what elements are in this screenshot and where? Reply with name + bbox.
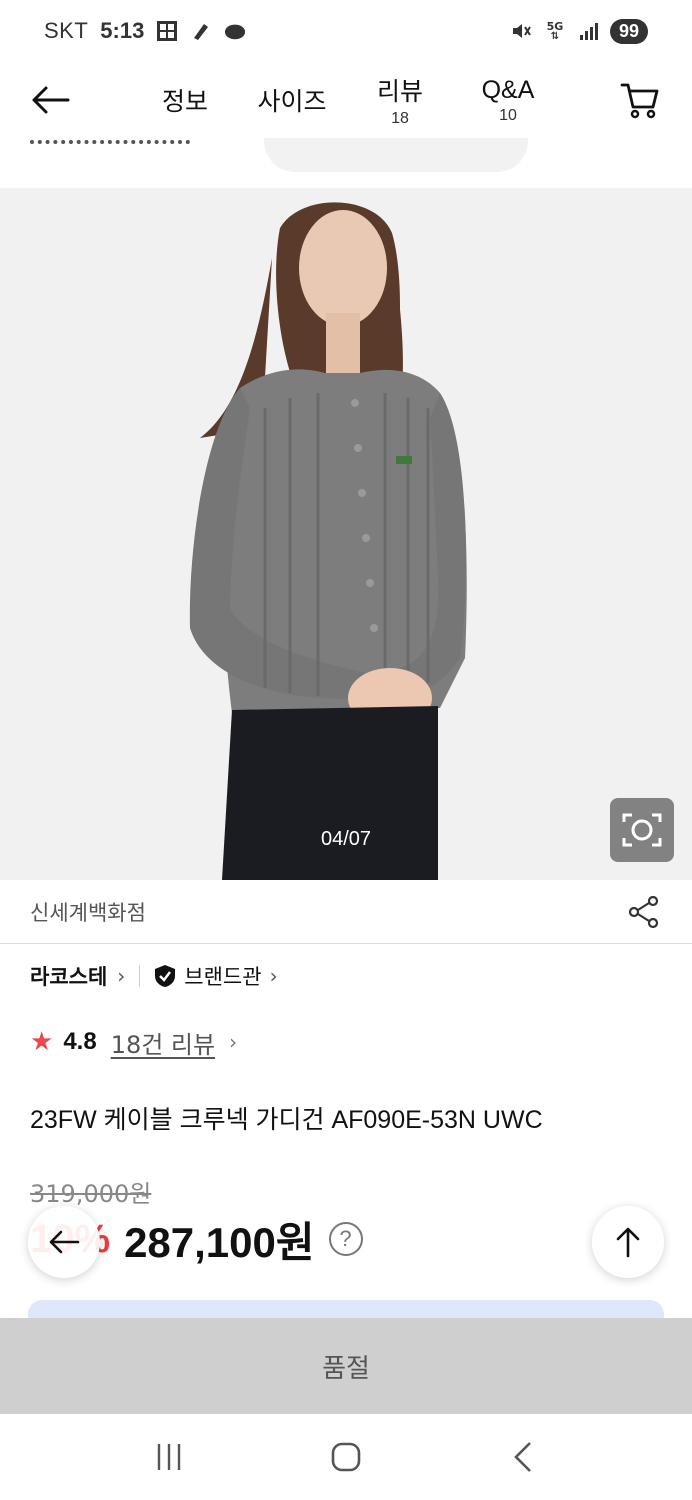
tab-qa-count: 10 [499, 106, 517, 124]
peek-text [30, 138, 190, 144]
tab-info[interactable]: 정보 [158, 72, 212, 128]
system-navigation-bar [0, 1414, 692, 1500]
product-image[interactable]: 04/07 [0, 188, 692, 880]
model-photo [189, 202, 467, 880]
carrier-label: SKT [44, 18, 89, 43]
chevron-left-icon [514, 1442, 532, 1472]
price-help-icon[interactable]: ? [328, 1222, 363, 1256]
tab-review[interactable]: 리뷰 18 [372, 72, 428, 128]
battery-indicator: 99 [609, 18, 648, 44]
peek-search-bar [264, 138, 528, 172]
system-back-button[interactable] [493, 1427, 553, 1487]
store-name[interactable]: 신세계백화점 [30, 897, 146, 927]
shield-check-icon [155, 965, 176, 987]
cloud-app-icon [224, 20, 246, 42]
brand-name-link[interactable]: 라코스테 [30, 961, 107, 991]
tab-qa[interactable]: Q&A 10 [478, 72, 538, 128]
arrow-up-icon [616, 1227, 640, 1258]
top-navigation: 정보 사이즈 리뷰 18 Q&A 10 [0, 62, 692, 138]
rating-value: 4.8 [63, 1028, 97, 1055]
camera-scan-icon [622, 813, 662, 847]
store-row: 신세계백화점 [0, 880, 692, 944]
cart-icon [620, 83, 659, 119]
visual-search-button[interactable] [610, 798, 674, 862]
divider [139, 965, 141, 987]
network-label: 5G [546, 19, 564, 33]
tab-info-label: 정보 [161, 87, 208, 116]
home-button[interactable] [316, 1427, 376, 1487]
sale-price: 287,100원 [124, 1218, 315, 1266]
chevron-right-icon: › [269, 964, 278, 988]
recent-apps-button[interactable] [139, 1427, 199, 1487]
chevron-right-icon: › [229, 1030, 238, 1054]
chevron-right-icon: › [117, 964, 126, 988]
home-icon [331, 1442, 361, 1472]
clock: 5:13 [100, 18, 145, 43]
recent-apps-icon [157, 1444, 180, 1470]
brand-hall-link[interactable]: 브랜드관 › [154, 961, 278, 991]
cart-button[interactable] [618, 78, 662, 122]
arrow-left-icon [49, 1230, 80, 1254]
signal-icon [578, 20, 600, 42]
tab-size[interactable]: 사이즈 [254, 72, 330, 128]
mute-icon [510, 20, 532, 42]
tab-size-label: 사이즈 [257, 87, 327, 116]
brand-row: 라코스테 › 브랜드관 › [30, 952, 278, 1000]
brand-hall-label: 브랜드관 [184, 965, 262, 989]
scrolled-header-peek [0, 138, 692, 188]
edit-app-icon [190, 20, 212, 42]
floating-back-button[interactable] [28, 1206, 100, 1278]
review-count-link[interactable]: 18건 리뷰 [111, 1025, 215, 1060]
image-counter: 04/07 [320, 828, 372, 850]
tab-review-count: 18 [391, 110, 409, 127]
back-button[interactable] [28, 78, 72, 122]
uniqlo-app-icon [156, 20, 178, 42]
scroll-top-button[interactable] [592, 1206, 664, 1278]
tab-qa-label: Q&A [481, 75, 535, 104]
tab-review-label: 리뷰 [376, 77, 423, 106]
rating-row: ★ 4.8 18건 리뷰 › [30, 1020, 237, 1064]
share-icon [628, 895, 659, 928]
share-button[interactable] [626, 894, 662, 930]
star-icon: ★ [30, 1027, 54, 1057]
arrow-left-icon [32, 86, 70, 114]
sold-out-button[interactable]: 품절 [0, 1318, 692, 1414]
product-title: 23FW 케이블 크루넥 가디건 AF090E-53N UWC [30, 1106, 543, 1134]
network-5g-icon: 5G ⇅ [546, 19, 564, 42]
status-bar: SKT 5:13 5G ⇅ 99 [0, 0, 692, 62]
